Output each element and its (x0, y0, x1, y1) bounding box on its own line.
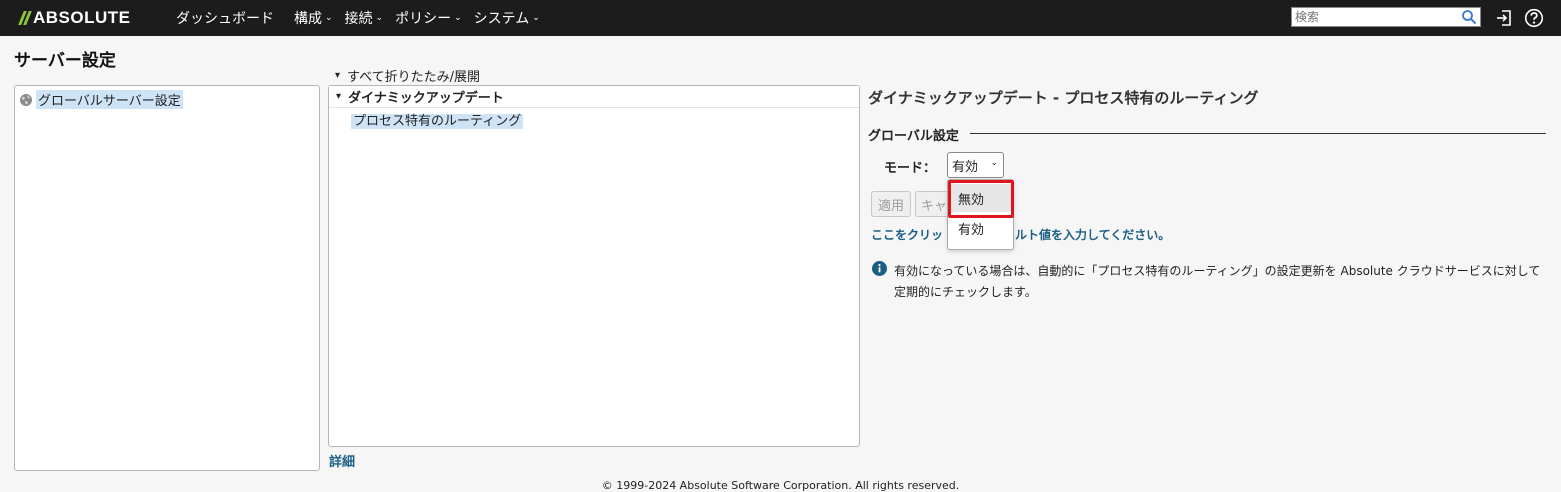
global-settings-legend: グローバル設定 (868, 129, 959, 144)
top-navbar: ABSOLUTE ダッシュボード 構成 ⌄ 接続 ⌄ ポリシー ⌄ システム ⌄ (0, 0, 1561, 36)
collapse-expand-all-toggle[interactable]: ▾ すべて折りたたみ/展開 (335, 66, 480, 85)
nav-policy-label: ポリシー (395, 11, 452, 27)
server-tree-panel: グローバルサーバー設定 (14, 85, 320, 471)
chevron-down-icon: ⌄ (532, 13, 540, 23)
nav-connection-label: 接続 (344, 11, 373, 27)
search-input[interactable] (1292, 8, 1457, 26)
main-nav: ダッシュボード 構成 ⌄ 接続 ⌄ ポリシー ⌄ システム ⌄ (176, 0, 552, 36)
nav-system-label: システム (473, 11, 530, 27)
globe-icon (20, 93, 32, 106)
group-header-label: ダイナミックアップデート (348, 91, 504, 106)
group-header-dynamic-update[interactable]: ▾ ダイナミックアップデート (329, 86, 859, 108)
default-values-link[interactable]: ここをクリッ ォルト値を入力してください。 (871, 226, 1170, 243)
chevron-down-icon: ▾ (335, 70, 341, 81)
absolute-logo[interactable]: ABSOLUTE (18, 8, 131, 28)
logout-icon[interactable] (1495, 9, 1513, 27)
chevron-down-icon: ⌄ (454, 13, 462, 23)
settings-list-panel: ▾ ダイナミックアップデート プロセス特有のルーティング (328, 85, 860, 447)
info-text: 有効になっている場合は、自動的に「プロセス特有のルーティング」の設定更新を Ab… (894, 264, 1541, 299)
dropdown-option-disabled[interactable]: 無効 (948, 184, 1013, 212)
details-link[interactable]: 詳細 (329, 451, 355, 470)
logo-mark-icon (18, 11, 32, 25)
help-icon[interactable] (1524, 8, 1544, 28)
fieldset-divider (970, 133, 1546, 134)
tree-item-global-server-settings[interactable]: グローバルサーバー設定 (19, 90, 183, 109)
list-item-label: プロセス特有のルーティング (351, 114, 524, 129)
search-box (1291, 7, 1481, 27)
footer-copyright: © 1999-2024 Absolute Software Corporatio… (601, 479, 960, 492)
nav-configuration[interactable]: 構成 ⌄ (294, 8, 333, 28)
chevron-down-icon: ⌄ (375, 13, 384, 23)
nav-dashboard[interactable]: ダッシュボード (176, 8, 274, 28)
list-item-process-routing[interactable]: プロセス特有のルーティング (351, 110, 524, 129)
tree-item-label: グローバルサーバー設定 (36, 90, 183, 109)
chevron-down-icon: ⌄ (325, 13, 333, 23)
mode-select-value: 有効 (952, 159, 979, 175)
search-icon[interactable] (1461, 9, 1477, 25)
chevron-down-icon: ▾ (336, 91, 342, 102)
mode-dropdown-menu: 無効 有効 (947, 179, 1014, 250)
nav-configuration-label: 構成 (294, 11, 322, 27)
nav-system[interactable]: システム ⌄ (474, 8, 540, 28)
chevron-down-icon: ⌄ (990, 158, 998, 168)
collapse-expand-all-label: すべて折りたたみ/展開 (347, 70, 480, 85)
logo-text: ABSOLUTE (33, 8, 131, 27)
apply-button[interactable]: 適用 (871, 191, 911, 217)
mode-label: モード： (884, 161, 937, 176)
nav-connection[interactable]: 接続 ⌄ (345, 8, 384, 28)
dropdown-option-enabled[interactable]: 有効 (948, 214, 1013, 242)
page-title: サーバー設定 (14, 51, 116, 71)
info-icon (872, 261, 887, 276)
mode-select[interactable]: 有効 ⌄ (947, 152, 1004, 178)
nav-policy[interactable]: ポリシー ⌄ (395, 8, 462, 28)
settings-title: ダイナミックアップデート - プロセス特有のルーティング (868, 89, 1259, 107)
nav-dashboard-label: ダッシュボード (176, 11, 274, 27)
